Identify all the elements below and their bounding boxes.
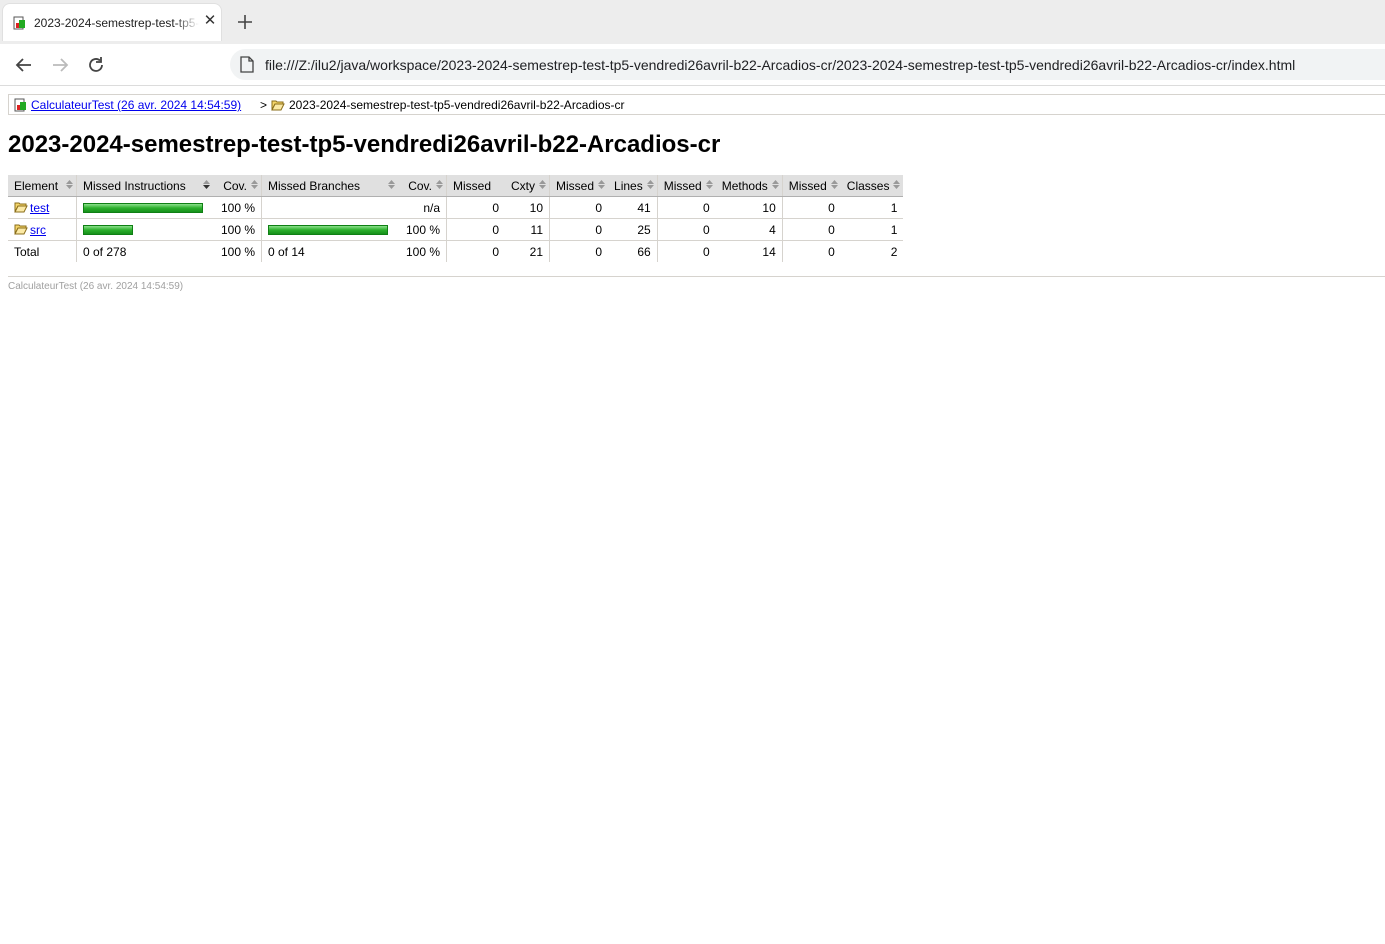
sort-icon: [705, 180, 713, 189]
page-title: 2023-2024-semestrep-test-tp5-vendredi26a…: [8, 131, 721, 158]
cxty-missed-cell: 0: [446, 218, 506, 241]
sort-icon: [598, 180, 606, 189]
breadcrumb-separator: >: [260, 98, 268, 112]
sort-down-icon: [203, 180, 210, 189]
cxty-cell: 11: [505, 218, 550, 241]
breadcrumb: CalculateurTest (26 avr. 2024 14:54:59) …: [8, 94, 1385, 115]
report-icon: [13, 16, 25, 30]
table-total-row: Total 0 of 278 100 % 0 of 14 100 % 0 21 …: [8, 240, 903, 262]
sort-icon: [436, 180, 443, 189]
tab-title: 2023-2024-semestrep-test-tp5-vendredi26a…: [34, 16, 199, 30]
folder-open-icon: [271, 100, 285, 111]
col-methods[interactable]: Methods: [715, 175, 783, 197]
tab-strip: 2023-2024-semestrep-test-tp5-vendredi26a…: [0, 0, 1385, 44]
total-classes-missed: 0: [781, 240, 841, 262]
footer: CalculateurTest (26 avr. 2024 14:54:59): [8, 276, 1385, 292]
instr-bar-cell: [76, 196, 213, 219]
sort-icon: [66, 180, 73, 189]
branch-bar-cell: [261, 218, 398, 241]
col-branch-cov[interactable]: Cov.: [398, 175, 447, 197]
table-header-row: Element Missed Instructions Cov. Missed …: [8, 175, 904, 197]
methods-cell: 4: [715, 218, 783, 241]
instr-cov-cell: 100 %: [213, 218, 262, 241]
breadcrumb-report-link[interactable]: CalculateurTest (26 avr. 2024 14:54:59): [31, 98, 241, 112]
footer-text: CalculateurTest (26 avr. 2024 14:54:59): [8, 281, 184, 292]
cxty-missed-cell: 0: [446, 196, 506, 219]
col-missed-instructions[interactable]: Missed Instructions: [76, 175, 213, 197]
lines-missed-cell: 0: [549, 196, 609, 219]
col-classes[interactable]: Classes: [840, 175, 904, 197]
col-methods-missed[interactable]: Missed: [656, 175, 716, 197]
col-cxty-missed[interactable]: Missed: [446, 175, 506, 197]
instr-cov-cell: 100 %: [213, 196, 262, 219]
sort-icon: [893, 180, 901, 189]
sort-icon: [539, 180, 547, 189]
branch-bar-cell: [261, 196, 398, 219]
back-button[interactable]: [13, 54, 35, 76]
classes-cell: 1: [840, 218, 904, 241]
total-lines: 66: [637, 244, 651, 259]
col-lines[interactable]: Lines: [608, 175, 658, 197]
total-branch: 0 of 14: [261, 240, 398, 262]
col-element[interactable]: Element: [8, 175, 77, 197]
report-icon: [14, 98, 26, 112]
sort-icon: [388, 180, 395, 189]
browser-toolbar: file:///Z:/ilu2/java/workspace/2023-2024…: [0, 44, 1385, 86]
close-icon[interactable]: ✕: [202, 13, 218, 29]
total-cxty: 21: [529, 244, 544, 259]
total-lines-missed: 0: [549, 240, 609, 262]
table-row: test 100 % n/a 0 10 0 41 0 10 0 1: [8, 196, 904, 219]
coverage-bar-green: [268, 225, 388, 236]
total-instr: 0 of 278: [76, 240, 213, 262]
breadcrumb-current: 2023-2024-semestrep-test-tp5-vendredi26a…: [289, 98, 625, 112]
col-missed-branches[interactable]: Missed Branches: [261, 175, 398, 197]
coverage-bar-green: [83, 225, 133, 236]
element-cell: src: [8, 218, 77, 241]
table-row: src 100 % 100 % 0 11 0 25 0 4 0 1: [8, 218, 904, 241]
reload-button[interactable]: [85, 54, 107, 76]
total-instr-cov: 100 %: [220, 244, 255, 259]
sort-icon: [830, 180, 838, 189]
coverage-bar-green: [83, 203, 203, 214]
sort-icon: [771, 180, 779, 189]
total-branch-cov: 100 %: [405, 244, 440, 259]
total-classes: 2: [890, 244, 898, 259]
methods-missed-cell: 0: [656, 196, 716, 219]
col-lines-missed[interactable]: Missed: [549, 175, 609, 197]
total-cxty-missed: 0: [446, 240, 506, 262]
instr-bar-cell: [76, 218, 213, 241]
col-instr-cov[interactable]: Cov.: [213, 175, 262, 197]
url-text[interactable]: file:///Z:/ilu2/java/workspace/2023-2024…: [265, 57, 1295, 73]
lines-cell: 25: [608, 218, 658, 241]
methods-cell: 10: [715, 196, 783, 219]
coverage-table: Element Missed Instructions Cov. Missed …: [8, 175, 904, 262]
col-classes-missed[interactable]: Missed: [781, 175, 841, 197]
page-icon: [240, 56, 254, 73]
lines-cell: 41: [608, 196, 658, 219]
address-bar[interactable]: file:///Z:/ilu2/java/workspace/2023-2024…: [230, 49, 1385, 80]
methods-missed-cell: 0: [656, 218, 716, 241]
forward-button[interactable]: [49, 54, 71, 76]
cxty-cell: 10: [505, 196, 550, 219]
package-icon: [14, 224, 28, 234]
sort-icon: [251, 180, 258, 189]
element-cell: test: [8, 196, 77, 219]
branch-cov-cell: n/a: [398, 196, 447, 219]
total-label: Total: [14, 244, 40, 259]
branch-cov-cell: 100 %: [398, 218, 447, 241]
element-link-src[interactable]: src: [30, 223, 46, 237]
classes-missed-cell: 0: [781, 196, 841, 219]
sort-icon: [646, 180, 654, 189]
total-methods-missed: 0: [656, 240, 716, 262]
lines-missed-cell: 0: [549, 218, 609, 241]
plus-icon: [238, 15, 252, 29]
new-tab-button[interactable]: [235, 12, 255, 32]
package-icon: [14, 202, 28, 212]
element-link-test[interactable]: test: [30, 201, 49, 215]
classes-cell: 1: [840, 196, 904, 219]
classes-missed-cell: 0: [781, 218, 841, 241]
browser-tab[interactable]: 2023-2024-semestrep-test-tp5-vendredi26a…: [2, 3, 222, 41]
col-cxty[interactable]: Cxty: [505, 175, 550, 197]
total-methods: 14: [762, 244, 776, 259]
